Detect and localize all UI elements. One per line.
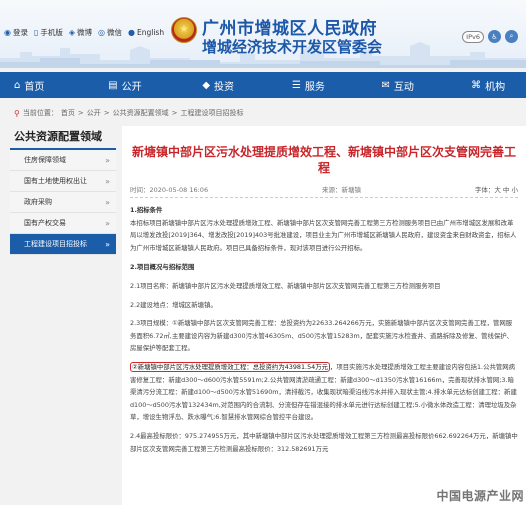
article-panel: 新塘镇中部片区污水处理提质增效工程、新塘镇中部片区次支管网完善工程 时间：202… xyxy=(122,126,526,505)
sidebar-item-bidding[interactable]: 工程建设项目招投标 » xyxy=(10,234,116,255)
national-emblem-icon: ★ xyxy=(171,17,197,43)
sidebar: 公共资源配置领域 住房保障领域 » 国有土地使用权出让 » 政府采购 » 国有产权交易… xyxy=(10,126,116,505)
main-nav: ⌂ 首页 ▤ 公开 ◆ 投资 ☰ 服务 ✉ 互动 ⌘ 机构 xyxy=(0,72,526,98)
sidebar-item-label: 住房保障领域 xyxy=(24,156,66,164)
nav-item-service[interactable]: ☰ 服务 xyxy=(292,78,382,93)
accessibility-icon[interactable]: ♿ xyxy=(488,30,501,43)
nav-label: 首页 xyxy=(24,81,45,93)
font-size-control[interactable]: 字体：大 中 小 xyxy=(475,184,518,194)
weibo-link[interactable]: ◈ 微博 xyxy=(69,27,92,38)
paragraph: ②新塘镇中部片区污水处理提质增效工程：总投资约为43981.54万元 ，项目实施污… xyxy=(130,361,518,424)
breadcrumb: ⚲ 当前位置： 首页 > 公开 > 公共资源配置领域 > 工程建设项目招投标 xyxy=(14,108,243,118)
sidebar-item-land[interactable]: 国有土地使用权出让 » xyxy=(10,171,116,192)
english-link[interactable]: ● English xyxy=(128,28,164,37)
chevron-right-icon: » xyxy=(105,239,110,249)
article-title: 新塘镇中部片区污水处理提质增效工程、新塘镇中部片区次支管网完善工程 xyxy=(131,145,516,175)
chevron-right-icon: » xyxy=(105,176,110,186)
watermark-text: 中国电源产业网 xyxy=(436,489,524,503)
paragraph: 本招标项目新塘镇中部片区污水处理提质增效工程、新塘镇中部片区次支管网完善工程第三… xyxy=(130,218,517,252)
highlighted-investment-text: ②新塘镇中部片区污水处理提质增效工程：总投资约为43981.54万元 xyxy=(130,361,330,372)
weibo-label: 微博 xyxy=(77,28,93,37)
sidebar-item-property[interactable]: 国有产权交易 » xyxy=(10,213,116,234)
nav-item-institution[interactable]: ⌘ 机构 xyxy=(471,78,526,93)
breadcrumb-domain[interactable]: 公共资源配置领域 xyxy=(113,108,169,118)
service-icon: ☰ xyxy=(291,79,301,91)
sidebar-title: 公共资源配置领域 xyxy=(10,126,116,150)
mobile-icon: ▯ xyxy=(33,28,39,37)
document-icon: ▤ xyxy=(108,79,118,91)
article-body: 1.招标条件 本招标项目新塘镇中部片区污水处理提质增效工程、新塘镇中部片区次支管… xyxy=(130,204,518,455)
sidebar-item-label: 政府采购 xyxy=(24,198,52,206)
home-icon: ⌂ xyxy=(14,79,21,91)
site-header: ◉ 登录 ▯ 手机版 ◈ 微博 ◎ 微信 ● English ★ 广州市增城区人民政府 增… xyxy=(0,0,526,68)
breadcrumb-prefix: 当前位置： xyxy=(22,109,58,117)
site-subtitle: 增城经济技术开发区管委会 xyxy=(202,38,383,56)
search-icon[interactable]: ⌕ xyxy=(505,30,518,43)
nav-item-home[interactable]: ⌂ 首页 xyxy=(14,78,108,93)
institution-icon: ⌘ xyxy=(471,79,482,91)
wechat-icon: ◎ xyxy=(98,28,106,37)
english-icon: ● xyxy=(128,28,136,37)
login-icon: ◉ xyxy=(4,28,11,37)
article-meta: 时间：2020-05-08 16:06 来源：新塘镇 字体：大 中 小 xyxy=(130,184,518,198)
breadcrumb-sep: > xyxy=(171,109,178,117)
article-date: 时间：2020-05-08 16:06 xyxy=(130,186,209,194)
nav-item-interact[interactable]: ✉ 互动 xyxy=(382,78,472,93)
nav-item-public[interactable]: ▤ 公开 xyxy=(108,78,202,93)
mobile-label: 手机版 xyxy=(40,28,63,37)
breadcrumb-current[interactable]: 工程建设项目招投标 xyxy=(180,108,243,118)
ipv6-badge: IPv6 xyxy=(462,30,484,43)
chevron-right-icon: » xyxy=(105,155,110,165)
breadcrumb-sep: > xyxy=(103,109,110,117)
breadcrumb-sep: > xyxy=(77,109,84,117)
breadcrumb-public[interactable]: 公开 xyxy=(87,108,101,118)
sidebar-item-label: 国有产权交易 xyxy=(24,219,66,227)
header-icons: IPv6 ♿ ⌕ xyxy=(462,30,518,43)
paragraph: 2.3项目规模：①新塘镇中部片区次支管网完善工程：总投资约为22633.2642… xyxy=(130,319,514,353)
sidebar-item-housing[interactable]: 住房保障领域 » xyxy=(10,150,116,171)
location-pin-icon: ⚲ xyxy=(14,108,20,118)
interact-icon: ✉ xyxy=(381,79,390,91)
english-label: English xyxy=(137,28,165,37)
sidebar-item-procurement[interactable]: 政府采购 » xyxy=(10,192,116,213)
section-heading: 1.招标条件 xyxy=(130,206,163,214)
section-heading: 2.项目概况与招标范围 xyxy=(130,263,195,272)
nav-label: 互动 xyxy=(393,81,414,93)
login-link[interactable]: ◉ 登录 xyxy=(4,27,28,38)
wechat-label: 微信 xyxy=(107,28,123,37)
paragraph: 2.1项目名称：新塘镇中部片区污水处理提质增效工程、新塘镇中部片区次支管网完善工… xyxy=(130,281,441,290)
nav-item-invest[interactable]: ◆ 投资 xyxy=(202,78,292,93)
sidebar-item-label: 国有土地使用权出让 xyxy=(24,177,87,185)
weibo-icon: ◈ xyxy=(68,28,76,37)
nav-label: 投资 xyxy=(214,81,235,93)
sidebar-item-label: 工程建设项目招投标 xyxy=(24,240,87,248)
login-label: 登录 xyxy=(12,28,28,37)
chevron-right-icon: » xyxy=(105,197,110,207)
nav-label: 服务 xyxy=(304,81,325,93)
mobile-link[interactable]: ▯ 手机版 xyxy=(34,27,63,38)
breadcrumb-home[interactable]: 首页 xyxy=(61,108,75,118)
wechat-link[interactable]: ◎ 微信 xyxy=(98,27,122,38)
article-source: 来源：新塘镇 xyxy=(321,186,361,194)
invest-icon: ◆ xyxy=(202,79,211,91)
chevron-right-icon: » xyxy=(105,218,110,228)
paragraph: 2.4最高投标限价：975.274955万元，其中新塘镇中部片区污水处理提质增效… xyxy=(130,431,518,453)
paragraph: 2.2建设地点：增城区新塘镇。 xyxy=(130,300,217,309)
nav-label: 机构 xyxy=(485,81,506,93)
nav-label: 公开 xyxy=(121,81,142,93)
top-links: ◉ 登录 ▯ 手机版 ◈ 微博 ◎ 微信 ● English xyxy=(4,27,164,38)
